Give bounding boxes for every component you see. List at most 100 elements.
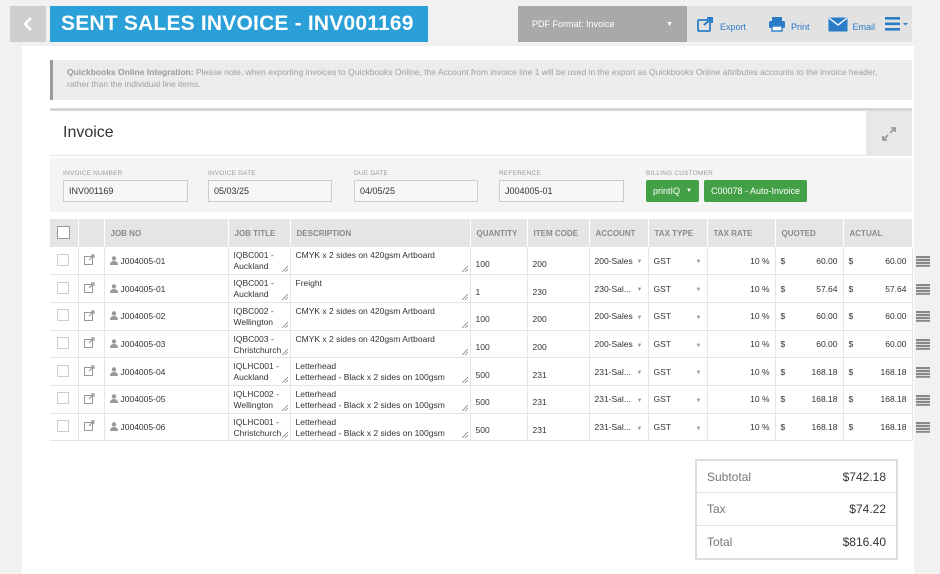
header-item-code[interactable]: ITEM CODE (527, 219, 590, 247)
tax-type-select[interactable]: GST ▼ (648, 302, 708, 331)
header-quoted[interactable]: QUOTED (775, 219, 844, 247)
reference-input[interactable]: J004005-01 (499, 180, 624, 202)
resize-handle-icon[interactable] (461, 432, 468, 439)
menu-button[interactable] (885, 17, 909, 31)
resize-handle-icon[interactable] (461, 266, 468, 273)
resize-handle-icon[interactable] (281, 321, 288, 328)
item-code-cell[interactable]: 231 (527, 385, 590, 414)
resize-handle-icon[interactable] (461, 293, 468, 300)
tax-rate-cell[interactable]: 10 % (707, 247, 776, 276)
resize-handle-icon[interactable] (281, 349, 288, 356)
tax-rate-cell[interactable]: 10 % (707, 302, 776, 331)
resize-handle-icon[interactable] (281, 404, 288, 411)
account-select[interactable]: 231-Sal... ▼ (589, 413, 649, 442)
job-title-cell[interactable]: IQBC001 - Auckland (228, 247, 291, 276)
quoted-cell[interactable]: $168.18 (775, 357, 844, 386)
header-job-no[interactable]: JOB NO (104, 219, 229, 247)
actual-cell[interactable]: $57.64 (843, 274, 913, 303)
resize-handle-icon[interactable] (461, 349, 468, 356)
external-link-icon[interactable] (83, 393, 95, 404)
external-link-icon[interactable] (83, 282, 95, 294)
tax-type-select[interactable]: GST ▼ (648, 357, 708, 386)
item-code-cell[interactable]: 200 (527, 302, 590, 331)
header-quantity[interactable]: QUANTITY (470, 219, 528, 247)
quantity-cell[interactable]: 500 (470, 385, 528, 414)
account-select[interactable]: 200-Sales ▼ (589, 302, 649, 331)
tax-rate-cell[interactable]: 10 % (707, 385, 776, 414)
row-checkbox[interactable] (57, 309, 69, 322)
quantity-cell[interactable]: 100 (470, 330, 528, 359)
resize-handle-icon[interactable] (461, 376, 468, 383)
resize-handle-icon[interactable] (461, 404, 468, 411)
description-cell[interactable]: CMYK x 2 sides on 420gsm Artboard (290, 247, 471, 276)
account-select[interactable]: 231-Sal... ▼ (589, 357, 649, 386)
tax-type-select[interactable]: GST ▼ (648, 413, 708, 442)
invoice-date-input[interactable]: 05/03/25 (208, 180, 332, 202)
quoted-cell[interactable]: $168.18 (775, 385, 844, 414)
print-button[interactable]: Print (746, 6, 810, 42)
item-code-cell[interactable]: 200 (527, 330, 590, 359)
tax-type-select[interactable]: GST ▼ (648, 247, 708, 276)
header-job-title[interactable]: JOB TITLE (228, 219, 291, 247)
header-account[interactable]: ACCOUNT (589, 219, 649, 247)
quoted-cell[interactable]: $168.18 (775, 413, 844, 442)
quoted-cell[interactable]: $60.00 (775, 247, 844, 276)
actual-cell[interactable]: $60.00 (843, 330, 913, 359)
external-link-icon[interactable] (83, 254, 95, 266)
row-checkbox[interactable] (57, 253, 69, 266)
quoted-cell[interactable]: $57.64 (775, 274, 844, 303)
row-checkbox[interactable] (57, 281, 69, 294)
external-link-icon[interactable] (83, 420, 95, 432)
resize-handle-icon[interactable] (281, 293, 288, 300)
row-details-icon[interactable] (916, 339, 930, 352)
billing-customer-button[interactable]: printIQ ▼ (646, 180, 699, 202)
description-cell[interactable]: CMYK x 2 sides on 420gsm Artboard (290, 330, 471, 359)
due-date-input[interactable]: 04/05/25 (354, 180, 478, 202)
job-title-cell[interactable]: IQLHC002 - Wellington (228, 385, 291, 414)
job-title-cell[interactable]: IQBC001 - Auckland (228, 274, 291, 303)
tax-type-select[interactable]: GST ▼ (648, 385, 708, 414)
job-title-cell[interactable]: IQBC002 - Wellington (228, 302, 291, 331)
actual-cell[interactable]: $168.18 (843, 413, 913, 442)
tax-type-select[interactable]: GST ▼ (648, 330, 708, 359)
quantity-cell[interactable]: 1 (470, 274, 528, 303)
row-details-icon[interactable] (916, 394, 930, 408)
quantity-cell[interactable]: 500 (470, 413, 528, 442)
description-cell[interactable]: Letterhead Letterhead - Black x 2 sides o… (290, 413, 471, 442)
tax-rate-cell[interactable]: 10 % (707, 413, 776, 442)
item-code-cell[interactable]: 231 (527, 357, 590, 386)
item-code-cell[interactable]: 231 (527, 413, 590, 442)
tax-rate-cell[interactable]: 10 % (707, 330, 776, 359)
actual-cell[interactable]: $60.00 (843, 247, 913, 276)
quoted-cell[interactable]: $60.00 (775, 302, 844, 331)
external-link-icon[interactable] (83, 337, 95, 349)
quoted-cell[interactable]: $60.00 (775, 330, 844, 359)
description-cell[interactable]: CMYK x 2 sides on 420gsm Artboard (290, 302, 471, 331)
external-link-icon[interactable] (83, 365, 95, 377)
account-select[interactable]: 231-Sal... ▼ (589, 385, 649, 414)
actual-cell[interactable]: $168.18 (843, 357, 913, 386)
row-details-icon[interactable] (916, 283, 930, 297)
actual-cell[interactable]: $60.00 (843, 302, 913, 331)
email-button[interactable]: Email (810, 6, 875, 42)
job-title-cell[interactable]: IQLHC001 - Christchurch (228, 413, 291, 442)
external-link-icon[interactable] (83, 310, 95, 321)
description-cell[interactable]: Letterhead Letterhead - Black x 2 sides o… (290, 385, 471, 414)
account-select[interactable]: 200-Sales ▼ (589, 330, 649, 359)
tax-type-select[interactable]: GST ▼ (648, 274, 708, 303)
row-checkbox[interactable] (57, 336, 69, 349)
job-title-cell[interactable]: IQLHC001 - Auckland (228, 357, 291, 386)
row-details-icon[interactable] (916, 422, 930, 435)
actual-cell[interactable]: $168.18 (843, 385, 913, 414)
row-checkbox[interactable] (57, 364, 69, 377)
item-code-cell[interactable]: 200 (527, 247, 590, 276)
row-checkbox[interactable] (57, 419, 69, 432)
item-code-cell[interactable]: 230 (527, 274, 590, 303)
description-cell[interactable]: Freight (290, 274, 471, 303)
header-actual[interactable]: ACTUAL (843, 219, 913, 247)
resize-handle-icon[interactable] (461, 321, 468, 328)
resize-handle-icon[interactable] (281, 432, 288, 439)
description-cell[interactable]: Letterhead Letterhead - Black x 2 sides o… (290, 357, 471, 386)
resize-handle-icon[interactable] (281, 376, 288, 383)
export-button[interactable]: Export (687, 6, 746, 42)
